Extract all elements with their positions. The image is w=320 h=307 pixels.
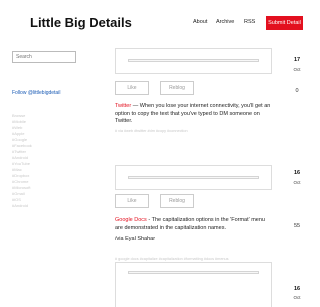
post-date-day: 16 — [293, 170, 301, 176]
site-title[interactable]: Little Big Details — [30, 15, 132, 30]
follow-twitter-link[interactable]: Follow @littlebigdetail — [12, 90, 60, 96]
search-input[interactable] — [12, 51, 76, 63]
nav-rss[interactable]: RSS — [244, 19, 255, 25]
image-strip — [128, 271, 259, 274]
post-date-day: 17 — [293, 57, 301, 63]
post-source-link[interactable]: Google Docs — [115, 217, 147, 223]
post-date-month: Oct — [293, 180, 301, 185]
tag-item[interactable]: #Android — [12, 203, 32, 209]
nav-about[interactable]: About — [193, 19, 207, 25]
post-tags[interactable]: # google docs #capitalize #capitalizatio… — [115, 257, 229, 261]
note-count[interactable]: 55 — [290, 223, 304, 229]
post-text: — When you lose your internet connectivi… — [115, 103, 271, 124]
submit-detail-button[interactable]: Submit Detail — [266, 16, 303, 30]
post-body: Google Docs - The capitalization options… — [115, 217, 272, 232]
site-header: Little Big Details About Archive RSS Sub… — [0, 0, 305, 46]
nav-archive[interactable]: Archive — [216, 19, 234, 25]
like-button[interactable]: Like — [115, 81, 149, 95]
post-date-month: Oct — [293, 67, 301, 72]
post-image-frame — [115, 48, 272, 74]
like-button[interactable]: Like — [115, 194, 149, 208]
post-body: Twitter — When you lose your internet co… — [115, 103, 272, 126]
post-image-frame — [115, 262, 272, 307]
tag-list: Browse #Mobile #Web #Apple #Google #Face… — [12, 113, 32, 209]
note-count[interactable]: 0 — [290, 88, 304, 94]
reblog-button[interactable]: Reblog — [160, 194, 194, 208]
image-strip — [128, 176, 259, 179]
post-date-month: Oct — [293, 295, 301, 300]
post-source-link[interactable]: Twitter — [115, 103, 131, 109]
post-via: /via Eyal Shahar — [115, 236, 156, 242]
post-date-day: 16 — [293, 286, 301, 292]
reblog-button[interactable]: Reblog — [160, 81, 194, 95]
post-image-frame — [115, 165, 272, 190]
image-strip — [128, 59, 259, 62]
post-tags[interactable]: # via #web #twitter #dm #copy #connectio… — [115, 129, 188, 133]
